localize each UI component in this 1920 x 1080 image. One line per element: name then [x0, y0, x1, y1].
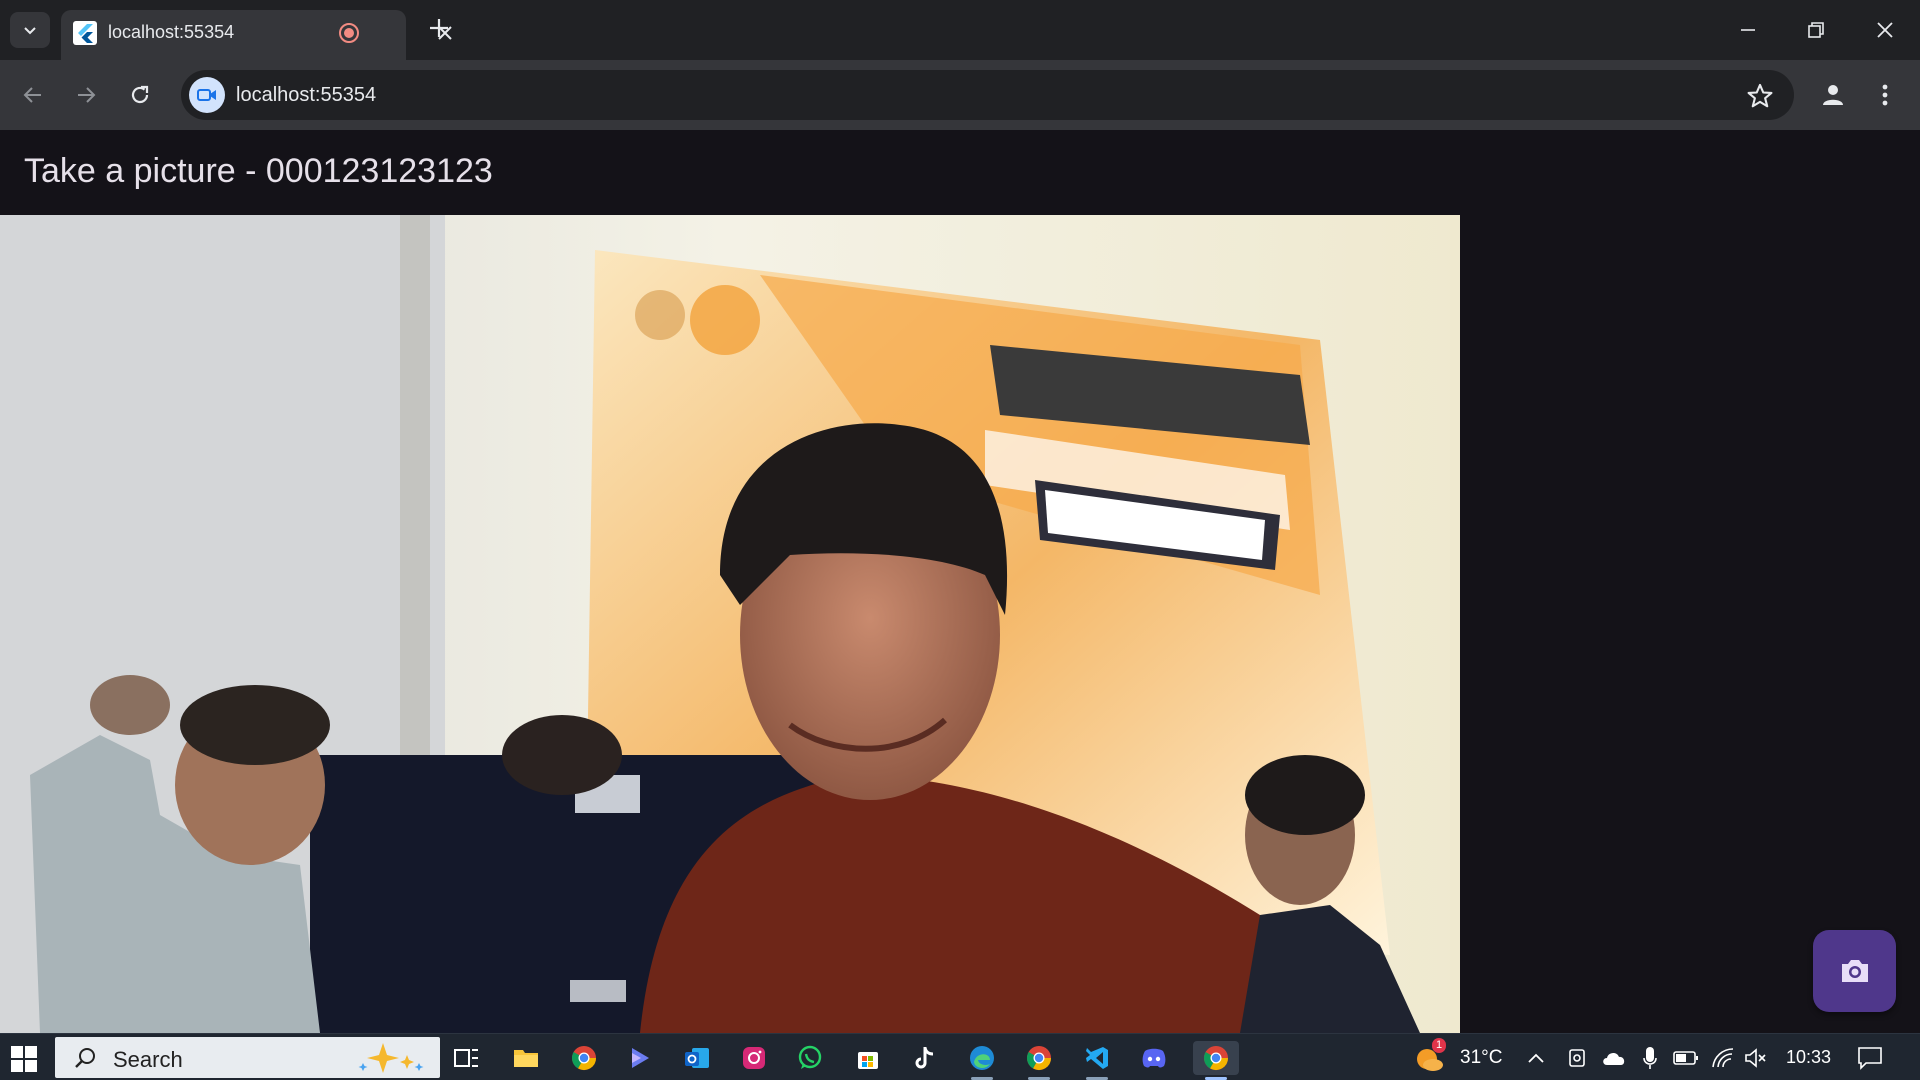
- new-tab-icon[interactable]: [425, 14, 453, 42]
- microphone-icon: [1643, 1047, 1657, 1069]
- play-shape-icon: [632, 1048, 649, 1068]
- chrome-app-button[interactable]: [567, 1041, 601, 1075]
- edge-app-button[interactable]: [965, 1041, 999, 1080]
- tab-title: localhost:55354: [108, 22, 235, 42]
- camera-feed-image: [0, 215, 1460, 1033]
- volume-muted-icon: [1745, 1048, 1766, 1068]
- flutter-favicon-icon: [73, 21, 97, 45]
- task-view-button[interactable]: [450, 1041, 484, 1075]
- whatsapp-icon: [798, 1045, 822, 1069]
- tiktok-app-button[interactable]: [907, 1041, 941, 1075]
- windows-taskbar: Search 1 31°C 10:33: [0, 1033, 1920, 1080]
- search-icon: [75, 1048, 95, 1068]
- clock-time[interactable]: 10:33: [1786, 1047, 1831, 1068]
- temperature-text[interactable]: 31°C: [1460, 1047, 1502, 1069]
- power-automate-button[interactable]: [623, 1041, 657, 1075]
- search-label: Search: [113, 1047, 183, 1072]
- notification-icon: [1858, 1047, 1882, 1070]
- browser-tabstrip: localhost:55354: [0, 0, 1920, 60]
- wifi-icon: [1712, 1048, 1734, 1068]
- chrome-active-app-button[interactable]: [1193, 1041, 1239, 1080]
- microsoft-store-button[interactable]: [851, 1041, 885, 1075]
- folder-icon: [514, 1050, 538, 1067]
- chrome-icon: [571, 1046, 596, 1071]
- account-icon: [1823, 85, 1843, 105]
- instagram-app-button[interactable]: [737, 1041, 771, 1075]
- taskbar-search-box[interactable]: Search: [55, 1037, 440, 1078]
- notification-center-button[interactable]: [1853, 1041, 1887, 1075]
- windows-start-icon[interactable]: [10, 1045, 38, 1073]
- reload-button[interactable]: [122, 77, 158, 113]
- chevron-down-icon: [24, 27, 36, 35]
- discord-icon: [1142, 1048, 1166, 1068]
- url-text[interactable]: localhost:55354: [236, 84, 376, 107]
- outlook-icon: [685, 1048, 709, 1068]
- address-bar[interactable]: localhost:55354: [181, 70, 1794, 120]
- back-button[interactable]: [15, 77, 51, 113]
- restore-icon: [1808, 22, 1824, 38]
- wifi-button[interactable]: [1709, 1041, 1737, 1075]
- instagram-icon: [743, 1047, 765, 1069]
- store-icon: [858, 1052, 878, 1069]
- weather-badge: 1: [1432, 1038, 1447, 1053]
- outlook-app-button[interactable]: [680, 1041, 714, 1075]
- task-view-icon: [454, 1049, 478, 1067]
- capture-photo-button[interactable]: [1813, 930, 1896, 1012]
- site-info-button[interactable]: [189, 77, 225, 113]
- recording-icon: [339, 23, 359, 43]
- tiktok-icon: [915, 1047, 934, 1069]
- chrome-profile-app-button[interactable]: [1022, 1041, 1056, 1080]
- minimize-button[interactable]: [1728, 12, 1768, 48]
- forward-button[interactable]: [68, 77, 104, 113]
- browser-toolbar: localhost:55354: [0, 60, 1920, 130]
- discord-app-button[interactable]: [1137, 1041, 1171, 1075]
- page-title: Take a picture - 000123123123: [24, 152, 493, 190]
- more-vertical-icon: [1882, 84, 1888, 106]
- battery-icon: [1673, 1051, 1698, 1065]
- onedrive-button[interactable]: [1600, 1041, 1628, 1075]
- edge-icon: [970, 1046, 994, 1070]
- reload-icon: [131, 85, 149, 104]
- file-explorer-button[interactable]: [509, 1041, 543, 1075]
- arrow-left-icon: [23, 87, 41, 103]
- camera-tray-icon: [1569, 1049, 1585, 1067]
- show-hidden-icons-button[interactable]: [1524, 1041, 1548, 1075]
- minimize-icon: [1741, 29, 1755, 31]
- chrome-icon: [1026, 1046, 1051, 1071]
- cloud-icon: [1603, 1052, 1625, 1065]
- restore-button[interactable]: [1796, 12, 1836, 48]
- star-icon[interactable]: [1746, 82, 1774, 110]
- vscode-icon: [1086, 1047, 1108, 1069]
- volume-button[interactable]: [1742, 1041, 1770, 1075]
- chrome-icon: [1203, 1046, 1228, 1071]
- copilot-sparkle-icon: [358, 1043, 424, 1073]
- close-icon: [1877, 22, 1893, 38]
- camera-preview: [0, 215, 1460, 1033]
- arrow-right-icon: [78, 87, 96, 103]
- tab-search-button[interactable]: [10, 12, 50, 48]
- microphone-button[interactable]: [1638, 1041, 1662, 1075]
- app-page: Take a picture - 000123123123: [0, 130, 1920, 1033]
- profile-button[interactable]: [1815, 77, 1851, 113]
- vscode-app-button[interactable]: [1080, 1041, 1114, 1080]
- camera-icon: [1841, 960, 1868, 982]
- close-window-button[interactable]: [1865, 12, 1905, 48]
- chevron-up-icon: [1528, 1053, 1544, 1063]
- meet-now-button[interactable]: [1565, 1041, 1591, 1075]
- battery-button[interactable]: [1672, 1041, 1700, 1075]
- browser-tab[interactable]: localhost:55354: [61, 10, 452, 60]
- video-camera-icon: [197, 89, 216, 101]
- browser-menu-button[interactable]: [1870, 77, 1900, 113]
- whatsapp-app-button[interactable]: [793, 1041, 827, 1075]
